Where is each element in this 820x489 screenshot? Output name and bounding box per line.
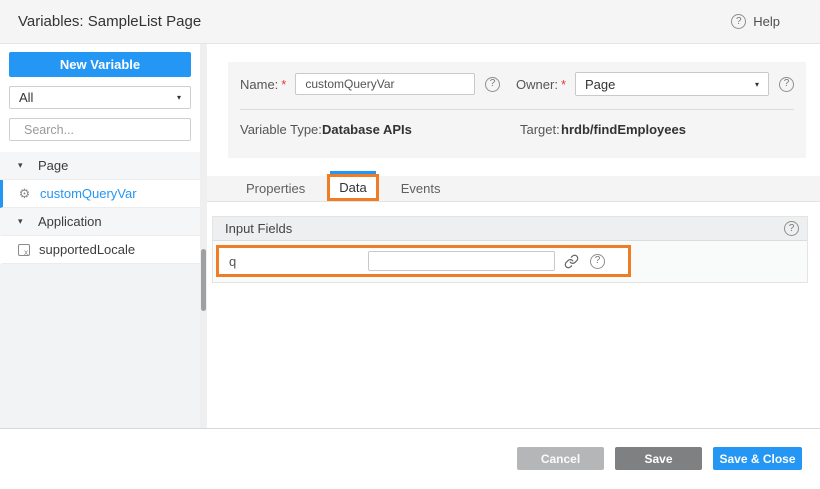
name-help-icon[interactable]: ? bbox=[485, 77, 500, 92]
owner-help-icon[interactable]: ? bbox=[779, 77, 794, 92]
field-help-icon[interactable]: ? bbox=[590, 254, 605, 269]
sidebar-scrollbar[interactable] bbox=[200, 44, 207, 428]
sidebar-empty-area bbox=[0, 264, 200, 428]
dialog-footer: Cancel Save Save & Close bbox=[0, 428, 820, 488]
input-fields-body: q ? bbox=[213, 241, 807, 282]
variable-filter-value: All bbox=[19, 90, 33, 105]
save-button[interactable]: Save bbox=[615, 447, 702, 470]
tree-group-label: Application bbox=[38, 214, 102, 229]
input-fields-help-icon[interactable]: ? bbox=[784, 221, 799, 236]
annotation-highlight-input-row: q ? bbox=[216, 245, 631, 277]
required-asterisk: * bbox=[561, 77, 566, 92]
sidebar-controls: New Variable All ▾ bbox=[0, 44, 200, 152]
save-and-close-button[interactable]: Save & Close bbox=[713, 447, 802, 470]
cancel-button[interactable]: Cancel bbox=[517, 447, 604, 470]
input-fields-title: Input Fields bbox=[225, 221, 292, 236]
tree-group-label: Page bbox=[38, 158, 68, 173]
collapse-arrow-icon[interactable]: ▾ bbox=[18, 160, 29, 171]
collapse-arrow-icon[interactable]: ▾ bbox=[18, 216, 29, 227]
owner-select-value: Page bbox=[585, 77, 615, 92]
variables-dialog: Variables: SampleList Page ? Help New Va… bbox=[0, 0, 820, 489]
tree-item-customqueryvar[interactable]: ⚙ customQueryVar bbox=[0, 180, 200, 208]
target-label: Target: bbox=[520, 122, 560, 137]
variable-filter-select[interactable]: All ▾ bbox=[9, 86, 191, 109]
name-owner-row: Name: * ? Owner: * Page ▾ ? bbox=[228, 62, 806, 96]
name-input[interactable] bbox=[295, 73, 475, 95]
help-question-icon: ? bbox=[731, 14, 746, 29]
owner-label: Owner: bbox=[516, 77, 558, 92]
tree-item-supportedlocale[interactable]: x supportedLocale bbox=[0, 236, 200, 264]
panel-divider bbox=[240, 109, 794, 110]
page-title: Variables: SampleList Page bbox=[18, 13, 201, 30]
tab-data[interactable]: Data bbox=[327, 174, 378, 201]
tree-item-label: supportedLocale bbox=[39, 242, 135, 257]
scrollbar-thumb[interactable] bbox=[201, 249, 206, 311]
tab-data-wrapper: Data bbox=[327, 171, 378, 201]
tree-item-label: customQueryVar bbox=[40, 186, 137, 201]
new-variable-button[interactable]: New Variable bbox=[9, 52, 191, 77]
type-target-row: Variable Type: Database APIs Target: hrd… bbox=[228, 122, 806, 142]
help-label: Help bbox=[753, 14, 780, 29]
tree-group-page[interactable]: ▾ Page bbox=[0, 152, 200, 180]
variables-sidebar: New Variable All ▾ ▾ Page ⚙ customQueryV… bbox=[0, 44, 200, 428]
target-value: hrdb/findEmployees bbox=[561, 122, 686, 137]
chevron-down-icon: ▾ bbox=[177, 93, 181, 102]
name-label: Name: bbox=[240, 77, 278, 92]
tab-events[interactable]: Events bbox=[387, 176, 455, 201]
search-input[interactable] bbox=[24, 123, 185, 137]
chevron-down-icon: ▾ bbox=[755, 80, 759, 89]
input-fields-panel: Input Fields ? q ? bbox=[212, 216, 808, 283]
dialog-header: Variables: SampleList Page ? Help bbox=[0, 0, 820, 44]
input-fields-header: Input Fields ? bbox=[213, 217, 807, 241]
field-value-input[interactable] bbox=[368, 251, 555, 271]
detail-tabs: Properties Data Events bbox=[207, 176, 820, 202]
variable-summary-panel: Name: * ? Owner: * Page ▾ ? bbox=[228, 62, 806, 158]
bind-link-icon[interactable] bbox=[564, 254, 579, 269]
tree-group-application[interactable]: ▾ Application bbox=[0, 208, 200, 236]
dialog-body: New Variable All ▾ ▾ Page ⚙ customQueryV… bbox=[0, 44, 820, 428]
field-name-label: q bbox=[229, 254, 237, 269]
variable-type-label: Variable Type: bbox=[240, 122, 322, 137]
service-variable-gear-icon: ⚙ bbox=[18, 186, 31, 202]
tab-properties[interactable]: Properties bbox=[232, 176, 319, 201]
locale-document-icon: x bbox=[18, 244, 30, 256]
owner-select[interactable]: Page ▾ bbox=[575, 72, 769, 96]
variable-detail-pane: Name: * ? Owner: * Page ▾ ? bbox=[207, 44, 820, 428]
variable-type-value: Database APIs bbox=[322, 122, 412, 137]
help-link[interactable]: ? Help bbox=[731, 14, 780, 29]
required-asterisk: * bbox=[281, 77, 286, 92]
variable-search[interactable] bbox=[9, 118, 191, 141]
owner-group: Owner: * Page ▾ ? bbox=[516, 72, 794, 96]
